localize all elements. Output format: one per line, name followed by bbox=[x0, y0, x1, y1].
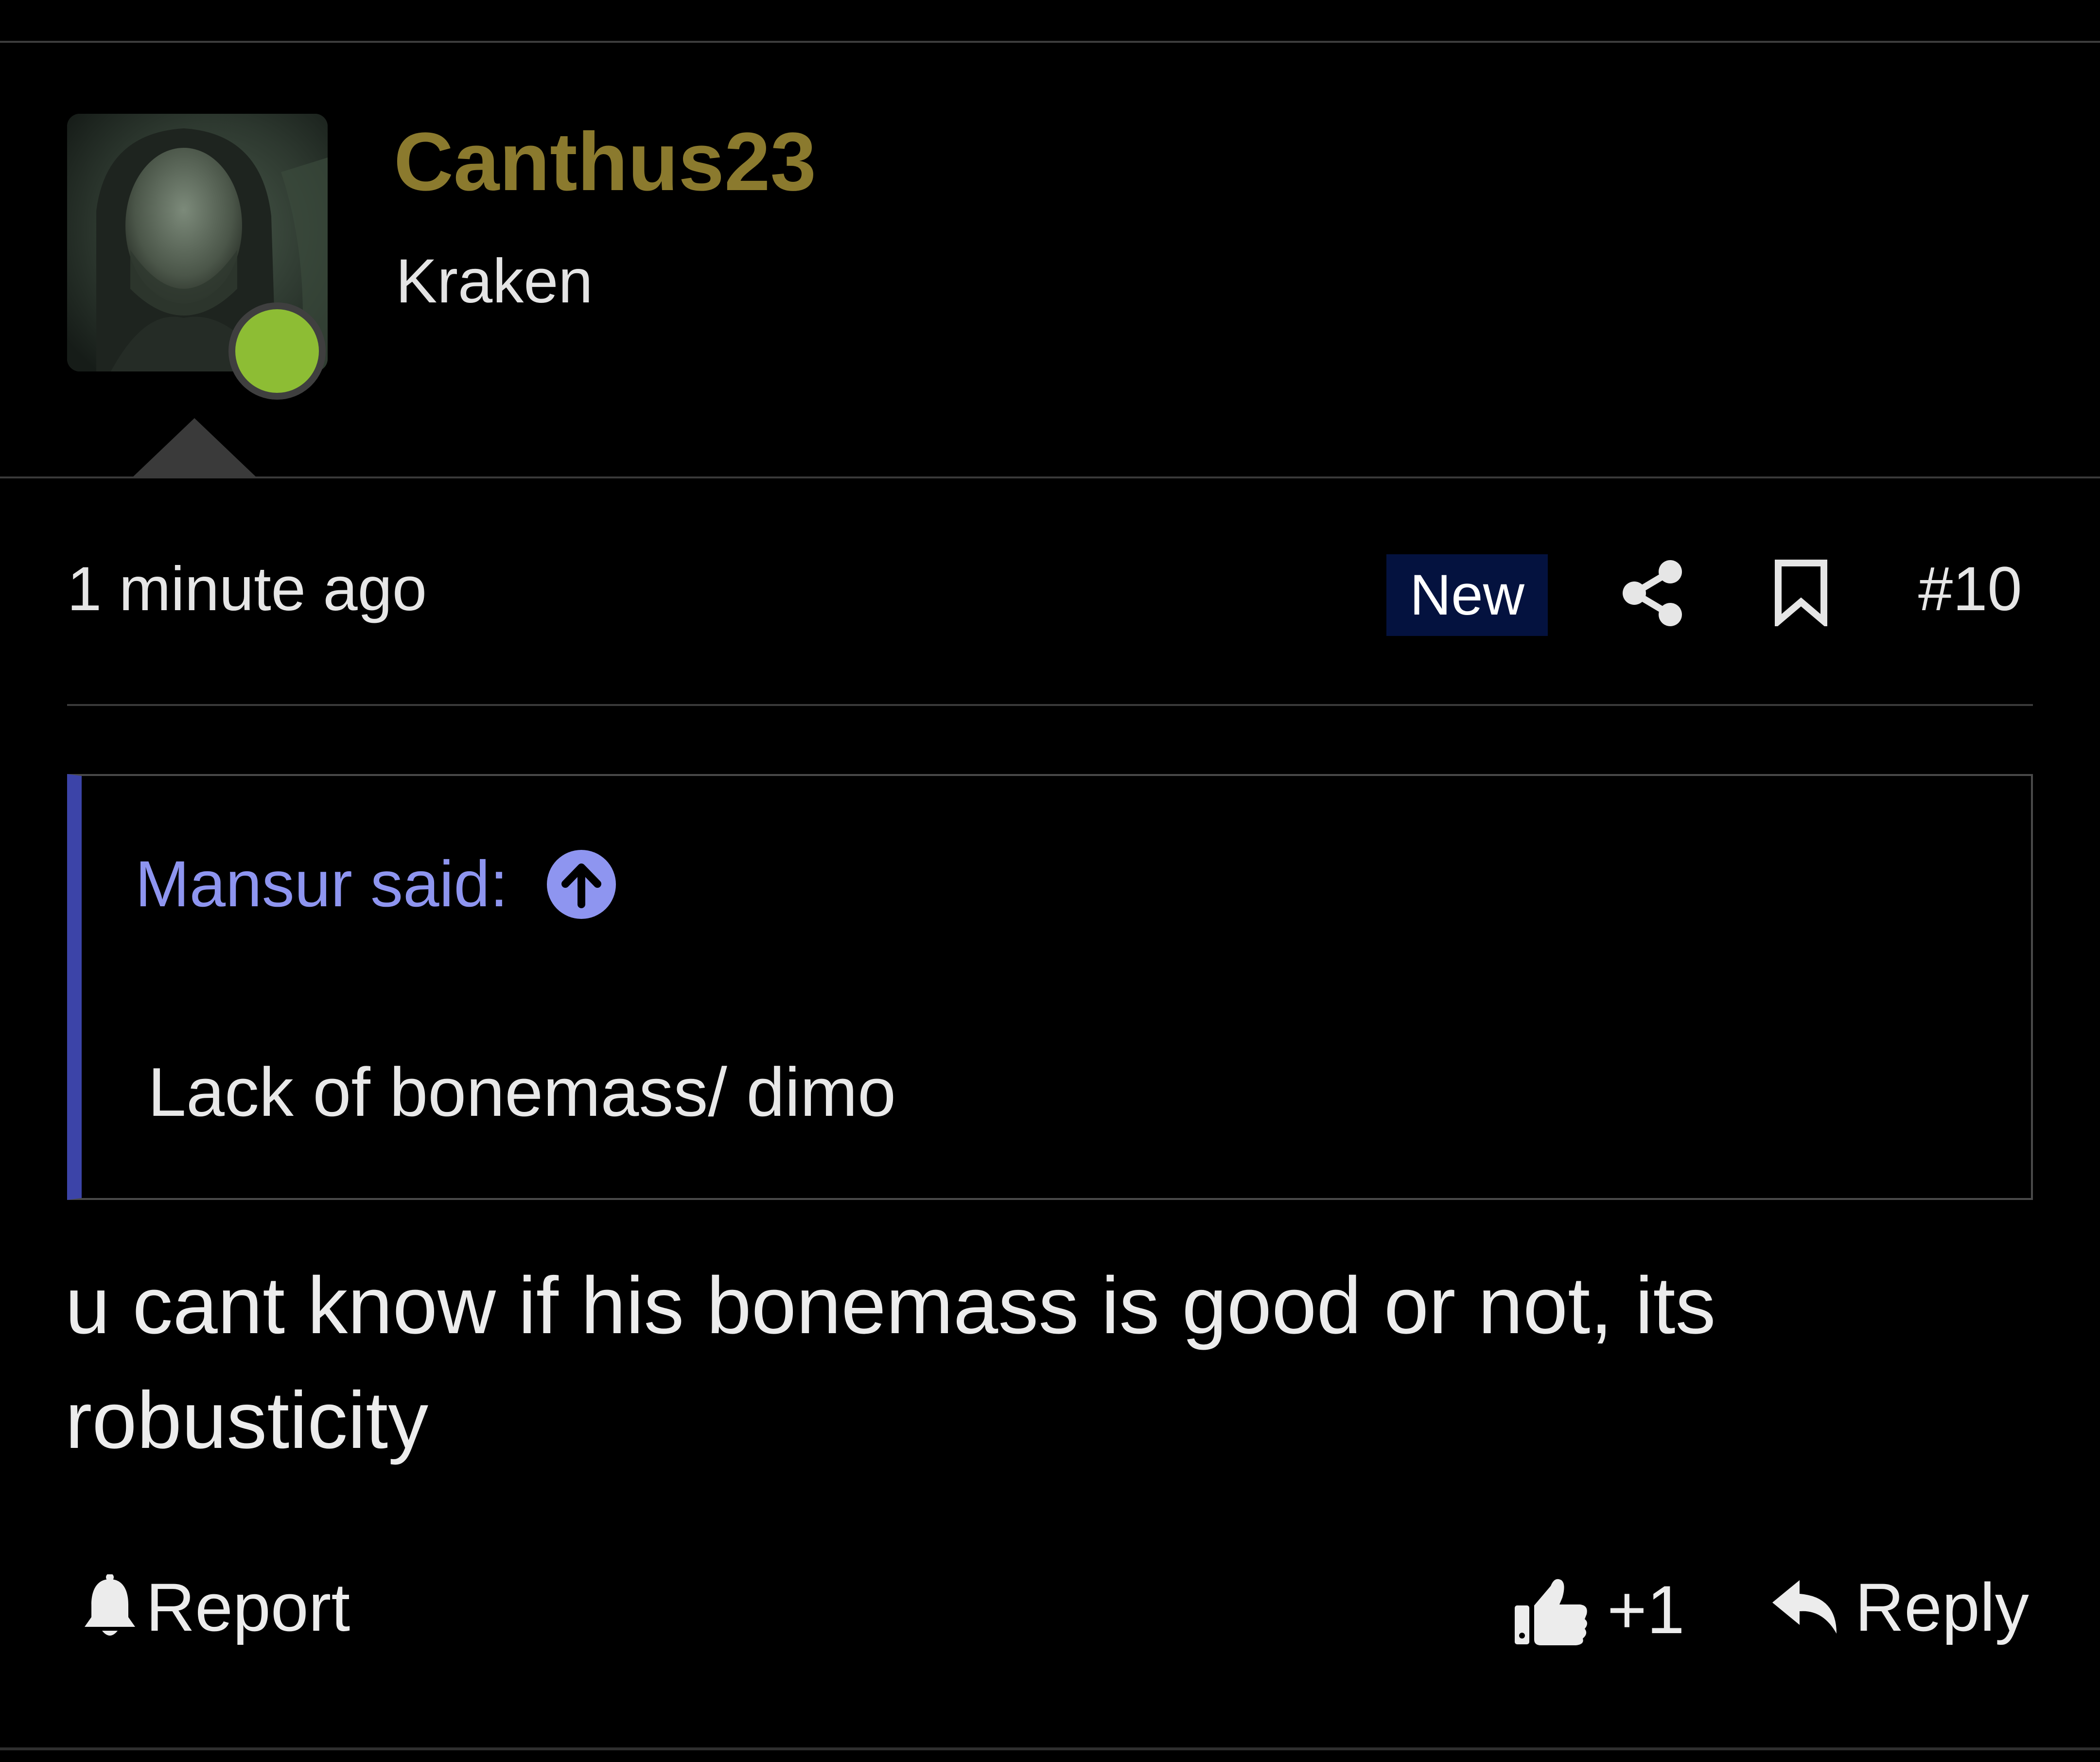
meta-divider bbox=[67, 704, 2033, 706]
online-status-indicator bbox=[228, 302, 326, 400]
header-divider bbox=[0, 476, 2100, 478]
reply-arrow-icon bbox=[1772, 1580, 1837, 1634]
reply-button[interactable]: Reply bbox=[1769, 1573, 2029, 1641]
post-timestamp-link[interactable]: 1 minute ago bbox=[67, 558, 427, 620]
arrow-up-circle-icon[interactable] bbox=[547, 850, 616, 919]
thumbs-up-icon bbox=[1515, 1579, 1587, 1645]
reaction-count: +1 bbox=[1607, 1571, 1685, 1648]
quote-block bbox=[67, 774, 2033, 1200]
post-pointer-arrow bbox=[131, 418, 258, 478]
like-button[interactable]: +1 bbox=[1512, 1573, 1685, 1646]
quote-header[interactable]: Mansur said: bbox=[135, 850, 616, 919]
report-button[interactable]: Report bbox=[81, 1573, 350, 1641]
new-badge: New bbox=[1386, 554, 1548, 636]
reply-label: Reply bbox=[1855, 1569, 2029, 1645]
bell-icon bbox=[85, 1574, 135, 1636]
quote-body: Lack of bonemass/ dimo bbox=[148, 1054, 896, 1131]
post-number-link[interactable]: #10 bbox=[1918, 558, 2022, 620]
share-icon[interactable] bbox=[1620, 559, 1688, 627]
report-label: Report bbox=[146, 1569, 350, 1645]
post-message: u cant know if his bonemass is good or n… bbox=[65, 1261, 1716, 1465]
top-divider bbox=[0, 41, 2100, 43]
quote-author[interactable]: Mansur said: bbox=[135, 852, 508, 917]
username-link[interactable]: Canthus23 bbox=[394, 121, 816, 203]
user-title: Kraken bbox=[396, 247, 593, 316]
bottom-divider bbox=[0, 1747, 2100, 1750]
bookmark-icon[interactable] bbox=[1769, 558, 1833, 626]
